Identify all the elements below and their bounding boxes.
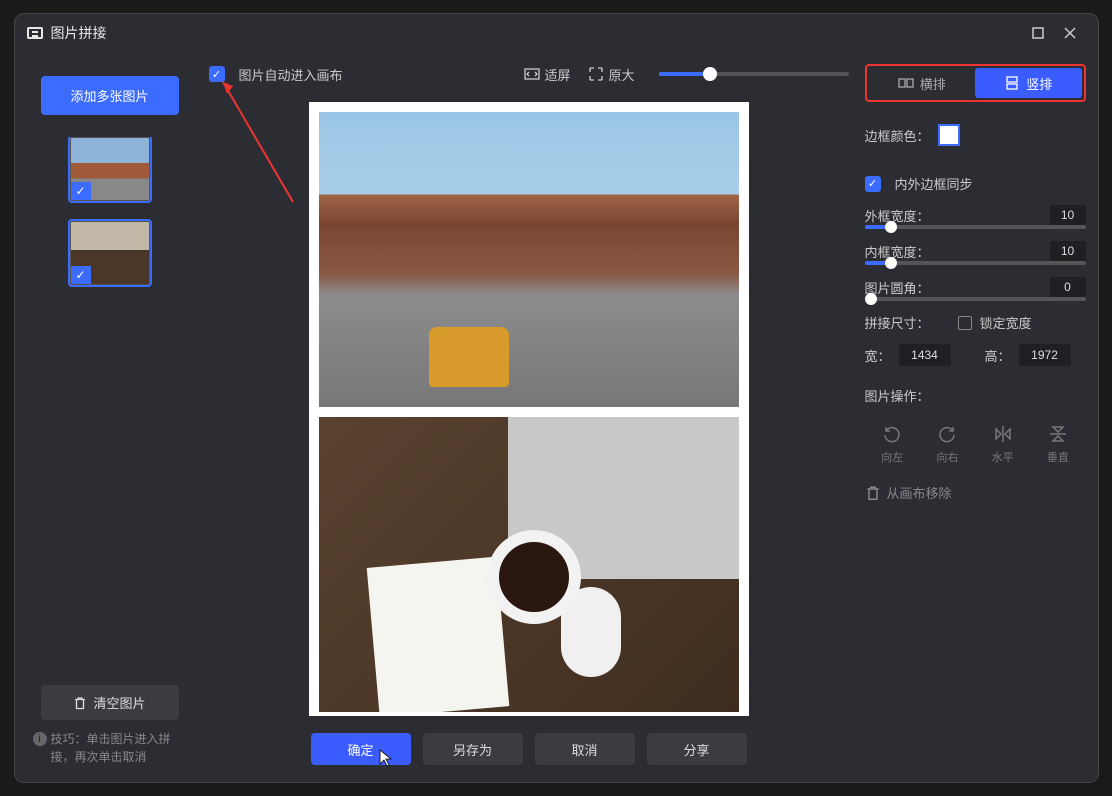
fit-icon — [524, 66, 540, 82]
bottom-buttons: 确定 另存为 取消 分享 — [205, 716, 853, 782]
titlebar: 图片拼接 — [15, 14, 1098, 52]
canvas-area[interactable] — [205, 92, 853, 716]
lock-width-checkbox[interactable] — [958, 316, 972, 330]
add-images-button[interactable]: 添加多张图片 — [41, 76, 179, 115]
inner-width-slider[interactable] — [865, 261, 1086, 265]
collage-icon — [27, 27, 43, 39]
outer-width-value[interactable]: 10 — [1050, 205, 1086, 225]
thumbnail-item[interactable]: ✓ — [70, 137, 150, 201]
border-color-row: 边框颜色： — [865, 124, 1086, 146]
vertical-button[interactable]: 竖排 — [975, 68, 1082, 98]
thumbnail-list: ✓ ✓ — [31, 137, 189, 679]
width-input[interactable]: 1434 — [899, 344, 951, 366]
checkbox-checked-icon: ✓ — [209, 66, 225, 82]
remove-from-canvas-button[interactable]: 从画布移除 — [865, 477, 1086, 502]
check-icon: ✓ — [71, 266, 91, 284]
flip-vertical-button[interactable]: 垂直 — [1047, 423, 1069, 465]
original-icon — [588, 66, 604, 82]
rotate-left-button[interactable]: 向左 — [881, 423, 903, 465]
original-size-button[interactable]: 原大 — [588, 65, 634, 84]
checkbox-checked-icon: ✓ — [865, 176, 881, 192]
left-panel: 添加多张图片 ✓ ✓ 清空图片 i 技巧：单击图片进入拼接，再次单击取消 — [15, 52, 205, 782]
canvas — [309, 102, 749, 716]
flip-h-icon — [992, 423, 1014, 445]
cancel-button[interactable]: 取消 — [535, 733, 635, 765]
canvas-image-slot[interactable] — [319, 112, 739, 407]
confirm-button[interactable]: 确定 — [311, 733, 411, 765]
canvas-image-slot[interactable] — [319, 417, 739, 712]
share-button[interactable]: 分享 — [647, 733, 747, 765]
orientation-toggle: 横排 竖排 — [865, 64, 1086, 102]
close-button[interactable] — [1054, 21, 1086, 45]
flip-horizontal-button[interactable]: 水平 — [992, 423, 1014, 465]
rotate-left-icon — [881, 423, 903, 445]
inner-width-value[interactable]: 10 — [1050, 241, 1086, 261]
horizontal-icon — [898, 76, 914, 90]
trash-icon — [865, 485, 881, 501]
tip-text: i 技巧：单击图片进入拼接，再次单击取消 — [31, 726, 189, 772]
maximize-button[interactable] — [1022, 21, 1054, 45]
corner-radius-value[interactable]: 0 — [1050, 277, 1086, 297]
flip-v-icon — [1047, 423, 1069, 445]
border-color-swatch[interactable] — [938, 124, 960, 146]
thumbnail-item[interactable]: ✓ — [70, 221, 150, 285]
zoom-slider[interactable] — [659, 72, 849, 76]
cursor-icon — [379, 749, 393, 767]
rotate-right-icon — [936, 423, 958, 445]
top-controls: ✓ 图片自动进入画布 适屏 原大 — [205, 52, 853, 92]
horizontal-button[interactable]: 横排 — [869, 68, 976, 98]
check-icon: ✓ — [71, 182, 91, 200]
fit-screen-button[interactable]: 适屏 — [524, 65, 570, 84]
auto-enter-checkbox[interactable]: ✓ 图片自动进入画布 — [209, 65, 343, 84]
clear-images-button[interactable]: 清空图片 — [41, 685, 179, 720]
corner-radius-slider[interactable] — [865, 297, 1086, 301]
vertical-icon — [1004, 76, 1020, 90]
right-panel: 横排 竖排 边框颜色： ✓ 内外边框同步 外框宽度： 10 — [853, 52, 1098, 782]
image-ops: 向左 向右 水平 垂直 — [865, 417, 1086, 465]
window-title: 图片拼接 — [51, 23, 107, 43]
save-as-button[interactable]: 另存为 — [423, 733, 523, 765]
dialog-window: 图片拼接 添加多张图片 ✓ ✓ 清空图片 i 技巧：单击图片进入拼接，再次单击取… — [14, 13, 1099, 783]
rotate-right-button[interactable]: 向右 — [936, 423, 958, 465]
trash-icon — [73, 696, 87, 710]
info-icon: i — [33, 732, 47, 746]
sync-border-checkbox[interactable]: ✓ 内外边框同步 — [865, 174, 1086, 193]
outer-width-slider[interactable] — [865, 225, 1086, 229]
height-input[interactable]: 1972 — [1019, 344, 1071, 366]
center-panel: ✓ 图片自动进入画布 适屏 原大 — [205, 52, 853, 782]
size-row: 拼接尺寸： 锁定宽度 — [865, 313, 1086, 332]
ops-label: 图片操作： — [865, 386, 1086, 405]
